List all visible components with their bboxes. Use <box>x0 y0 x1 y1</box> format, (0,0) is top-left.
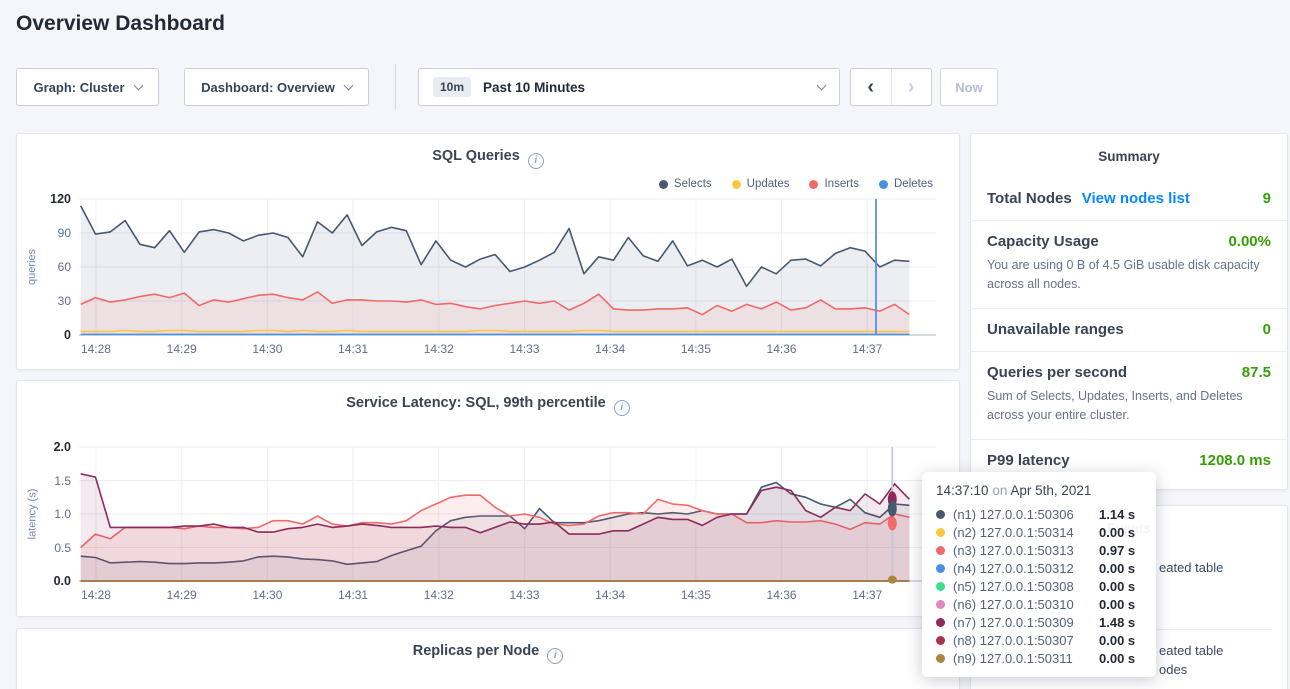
x-axis-tick: 14:35 <box>666 342 726 356</box>
capacity-value: 0.00% <box>1228 233 1271 250</box>
next-time-button[interactable]: › <box>892 69 932 105</box>
capacity-description: You are using 0 B of 4.5 GiB usable disk… <box>987 256 1271 295</box>
tooltip-row: (n9) 127.0.0.1:503110.00 s <box>936 649 1144 667</box>
now-button[interactable]: Now <box>940 68 998 106</box>
summary-row-qps: Queries per second 87.5 Sum of Selects, … <box>971 351 1287 439</box>
x-axis-tick: 14:37 <box>837 342 897 356</box>
y-axis-label: queries <box>21 199 43 335</box>
event-text-fragment: eated table <box>1159 560 1223 575</box>
series-dot-icon <box>936 618 945 627</box>
series-dot-icon <box>936 600 945 609</box>
page-title: Overview Dashboard <box>16 12 225 36</box>
chevron-down-icon <box>343 80 353 90</box>
summary-row-unavailable: Unavailable ranges 0 <box>971 308 1287 351</box>
capacity-label: Capacity Usage <box>987 233 1099 250</box>
summary-panel: Summary Total Nodes View nodes list 9 Ca… <box>970 133 1288 490</box>
p99-latency-label: P99 latency <box>987 452 1070 469</box>
graph-dropdown[interactable]: Graph: Cluster <box>16 68 159 106</box>
service-latency-chart[interactable]: 0.00.51.01.52.014:2814:2914:3014:3114:32… <box>17 381 959 616</box>
event-text-fragment: odes <box>1159 662 1187 677</box>
sql-queries-chart[interactable]: 030609012014:2814:2914:3014:3114:3214:33… <box>17 134 959 369</box>
event-text-fragment: eated table <box>1159 643 1223 658</box>
x-axis-tick: 14:30 <box>237 342 297 356</box>
series-dot-icon <box>936 528 945 537</box>
total-nodes-label: Total Nodes <box>987 190 1072 207</box>
x-axis-tick: 14:33 <box>494 588 554 602</box>
series-dot-icon <box>936 564 945 573</box>
tooltip-row: (n5) 127.0.0.1:503080.00 s <box>936 577 1144 595</box>
view-nodes-list-link[interactable]: View nodes list <box>1082 190 1190 207</box>
dashboard-dropdown-label: Dashboard: Overview <box>201 80 335 95</box>
time-range-selector[interactable]: 10m Past 10 Minutes <box>418 68 840 106</box>
x-axis-tick: 14:31 <box>323 342 383 356</box>
unavailable-ranges-label: Unavailable ranges <box>987 321 1124 338</box>
x-axis-tick: 14:31 <box>323 588 383 602</box>
x-axis-tick: 14:32 <box>409 342 469 356</box>
x-axis-tick: 14:30 <box>237 588 297 602</box>
x-axis-tick: 14:35 <box>666 588 726 602</box>
graph-dropdown-label: Graph: Cluster <box>33 80 124 95</box>
overview-dashboard-page: Overview Dashboard Graph: Cluster Dashbo… <box>0 0 1290 689</box>
unavailable-ranges-value: 0 <box>1263 321 1271 338</box>
qps-description: Sum of Selects, Updates, Inserts, and De… <box>987 387 1271 426</box>
x-axis-tick: 14:28 <box>66 342 126 356</box>
x-axis-tick: 14:34 <box>580 588 640 602</box>
tooltip-row: (n1) 127.0.0.1:503061.14 s <box>936 505 1144 523</box>
dashboard-dropdown[interactable]: Dashboard: Overview <box>184 68 369 106</box>
tooltip-row: (n8) 127.0.0.1:503070.00 s <box>936 631 1144 649</box>
series-dot-icon <box>936 636 945 645</box>
x-axis-tick: 14:34 <box>580 342 640 356</box>
y-axis-label: latency (s) <box>21 447 43 581</box>
sql-queries-panel: SQL Queriesi Selects Updates Inserts Del… <box>16 133 960 370</box>
series-dot-icon <box>936 654 945 663</box>
tooltip-timestamp: 14:37:10 on Apr 5th, 2021 <box>936 483 1144 498</box>
chart-hover-tooltip: 14:37:10 on Apr 5th, 2021 (n1) 127.0.0.1… <box>922 472 1156 677</box>
chart-title-text: Replicas per Node <box>413 643 540 659</box>
x-axis-tick: 14:28 <box>66 588 126 602</box>
chevron-down-icon <box>817 80 827 90</box>
tooltip-row: (n3) 127.0.0.1:503130.97 s <box>936 541 1144 559</box>
prev-time-button[interactable]: ‹ <box>851 69 892 105</box>
x-axis-tick: 14:33 <box>494 342 554 356</box>
service-latency-panel: Service Latency: SQL, 99th percentilei 0… <box>16 380 960 617</box>
summary-row-total-nodes: Total Nodes View nodes list 9 <box>971 174 1287 220</box>
tooltip-row: (n7) 127.0.0.1:503091.48 s <box>936 613 1144 631</box>
series-dot-icon <box>936 546 945 555</box>
summary-title: Summary <box>971 134 1287 174</box>
x-axis-tick: 14:29 <box>152 342 212 356</box>
tooltip-row: (n2) 127.0.0.1:503140.00 s <box>936 523 1144 541</box>
toolbar-divider <box>395 64 396 110</box>
p99-latency-value: 1208.0 ms <box>1199 452 1271 469</box>
time-range-badge: 10m <box>433 77 471 97</box>
x-axis-tick: 14:32 <box>409 588 469 602</box>
x-axis-tick: 14:37 <box>837 588 897 602</box>
tooltip-row: (n4) 127.0.0.1:503120.00 s <box>936 559 1144 577</box>
total-nodes-value: 9 <box>1263 190 1271 207</box>
chevron-down-icon <box>133 80 143 90</box>
x-axis-tick: 14:29 <box>152 588 212 602</box>
chart-title: Replicas per Node i <box>17 643 959 664</box>
summary-row-capacity: Capacity Usage 0.00% You are using 0 B o… <box>971 220 1287 308</box>
series-dot-icon <box>936 582 945 591</box>
time-range-label: Past 10 Minutes <box>483 80 806 95</box>
info-icon[interactable]: i <box>547 648 563 664</box>
x-axis-tick: 14:36 <box>752 342 812 356</box>
qps-label: Queries per second <box>987 364 1127 381</box>
qps-value: 87.5 <box>1242 364 1271 381</box>
x-axis-tick: 14:36 <box>752 588 812 602</box>
time-step-buttons: ‹ › <box>850 68 932 106</box>
tooltip-row: (n6) 127.0.0.1:503100.00 s <box>936 595 1144 613</box>
replicas-per-node-panel: Replicas per Node i <box>16 628 960 689</box>
series-dot-icon <box>936 510 945 519</box>
